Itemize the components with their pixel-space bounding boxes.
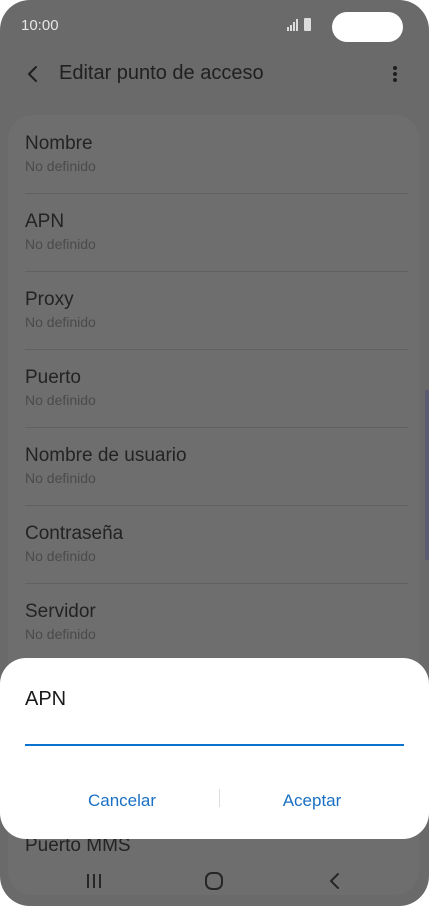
navigation-bar [0,860,429,906]
list-item-servidor[interactable]: Servidor No definido [25,601,96,643]
back-icon[interactable] [22,62,46,86]
list-item-value: No definido [25,236,96,252]
back-icon[interactable] [325,870,345,892]
list-item-value: No definido [25,470,96,486]
list-item-title: Servidor [25,601,96,622]
list-item-contrasena[interactable]: Contraseña No definido [25,523,123,565]
status-bar: 10:00 [0,0,429,50]
list-item-title: Contraseña [25,523,124,544]
divider [25,271,408,272]
list-item-value: No definido [25,314,96,330]
list-item-title: Nombre [25,133,93,154]
list-item-title: Proxy [25,289,74,310]
list-item-value: No definido [25,626,96,642]
divider [25,583,408,584]
list-item-value: No definido [25,158,96,174]
status-time: 10:00 [21,17,59,34]
apn-input[interactable] [25,720,404,746]
cancel-button[interactable]: Cancelar [42,786,202,816]
divider [25,193,408,194]
divider [25,505,408,506]
home-icon[interactable] [203,870,225,892]
list-item-title: Puerto [25,367,81,388]
more-vert-icon[interactable] [385,62,405,86]
list-item-title: Nombre de usuario [25,445,187,466]
recents-icon[interactable] [84,870,104,892]
list-item-value: No definido [25,392,96,408]
list-item-puerto[interactable]: Puerto No definido [25,367,96,409]
list-item-nombre[interactable]: Nombre No definido [25,133,96,175]
camera-cutout [332,12,403,42]
list-item-apn[interactable]: APN No definido [25,211,96,253]
signal-icon [287,19,298,31]
phone-screen: 10:00 Editar punto de acceso Nombre No d… [0,0,429,906]
divider [25,349,408,350]
screen-edge-highlight [425,390,429,560]
list-item-title: APN [25,211,65,232]
app-bar: Editar punto de acceso [0,52,429,96]
button-separator [219,789,220,807]
accept-button[interactable]: Aceptar [232,786,392,816]
page-title: Editar punto de acceso [59,62,264,84]
list-item-nombre-de-usuario[interactable]: Nombre de usuario No definido [25,445,187,487]
divider [25,427,408,428]
dialog-title: APN [25,688,67,710]
list-item-proxy[interactable]: Proxy No definido [25,289,96,331]
battery-icon [304,18,311,31]
apn-dialog: APN Cancelar Aceptar [0,658,429,839]
list-item-value: No definido [25,548,96,564]
